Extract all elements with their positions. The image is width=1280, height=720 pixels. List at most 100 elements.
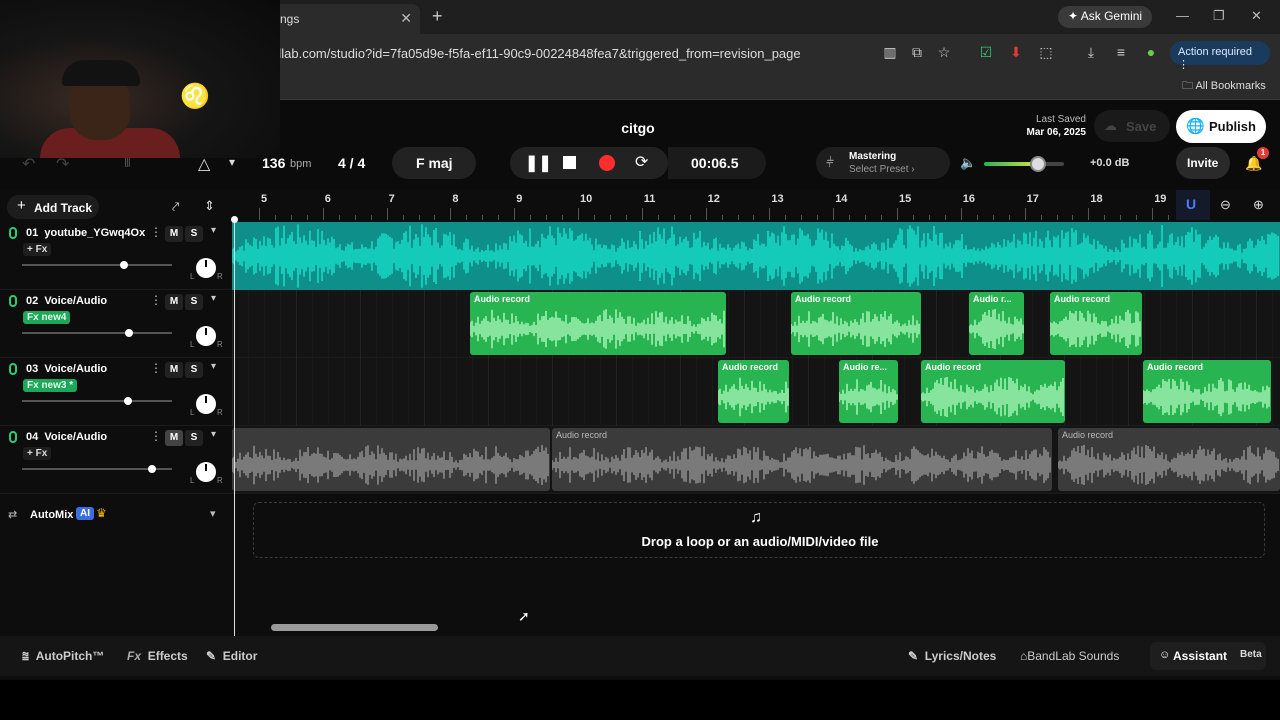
mute-button[interactable]: M — [165, 294, 183, 310]
horizontal-scrollbar[interactable] — [271, 624, 438, 631]
downloads-icon[interactable]: ⤓ — [1082, 43, 1100, 61]
mic-icon[interactable] — [9, 431, 17, 443]
track-expand-chevron-icon[interactable]: ▾ — [211, 293, 216, 304]
timeline-ruler[interactable]: 5 6 7 8 9 10 11 12 13 14 15 16 17 18 19 — [232, 190, 1280, 222]
track-expand-chevron-icon[interactable]: ▾ — [211, 361, 216, 372]
minimize-icon[interactable]: — — [1176, 8, 1189, 23]
restore-icon[interactable]: ❐ — [1213, 8, 1225, 24]
solo-button[interactable]: S — [185, 430, 203, 446]
stop-icon[interactable] — [563, 156, 576, 169]
track-volume-slider[interactable] — [22, 465, 172, 473]
pan-knob[interactable] — [196, 394, 216, 414]
extensions-icon[interactable]: ⬚ — [1037, 43, 1055, 61]
track-menu-icon[interactable]: ⋮ — [150, 361, 162, 375]
track-volume-slider[interactable] — [22, 261, 172, 269]
audio-clip[interactable]: Audio record — [552, 428, 1052, 491]
editor-button[interactable]: ✎ Editor — [206, 649, 257, 663]
effects-button[interactable]: Fx Effects — [127, 649, 188, 663]
zoom-out-icon[interactable]: ⊖ — [1220, 197, 1231, 213]
action-required-button[interactable]: Action required ⋮ — [1170, 41, 1270, 71]
media-icon[interactable]: ≡ — [1112, 43, 1130, 61]
fx-badge[interactable]: Fx new3 * — [23, 379, 78, 392]
mute-button[interactable]: M — [165, 226, 183, 242]
mic-icon[interactable] — [9, 363, 17, 375]
playhead[interactable] — [234, 218, 235, 636]
audio-clip[interactable] — [232, 428, 550, 491]
pause-icon[interactable]: ❚❚ — [525, 153, 552, 173]
extension-check-icon[interactable]: ☑ — [977, 43, 995, 61]
track-menu-icon[interactable]: ⋮ — [150, 429, 162, 443]
browser-tab[interactable]: ngs ✕ — [270, 4, 420, 34]
audio-clip[interactable]: Audio record — [718, 360, 789, 423]
publish-button[interactable]: 🌐 Publish — [1176, 110, 1266, 143]
fx-badge[interactable]: Fx new4 — [23, 311, 71, 324]
track-volume-slider[interactable] — [22, 329, 172, 337]
audio-clip[interactable]: Audio record — [470, 292, 726, 355]
assistant-button[interactable]: ☺ Assistant Beta — [1150, 642, 1266, 670]
track-header-1[interactable]: 01 youtube_YGwq4Ox... ⋮ M S ▾ + Fx L R — [0, 222, 232, 290]
lyrics-notes-button[interactable]: ✎ Lyrics/Notes — [908, 649, 996, 663]
track-menu-icon[interactable]: ⋮ — [150, 293, 162, 307]
bookmark-star-icon[interactable]: ☆ — [935, 43, 953, 61]
ask-gemini-button[interactable]: ✦ Ask Gemini — [1058, 6, 1153, 28]
pan-knob[interactable] — [196, 258, 216, 278]
track-header-3[interactable]: 03 Voice/Audio ⋮ M S ▾ Fx new3 * L R — [0, 358, 232, 426]
snap-button[interactable]: U — [1176, 190, 1210, 220]
key-selector[interactable]: F maj — [392, 147, 476, 179]
extension-download-icon[interactable]: ⬇ — [1007, 43, 1025, 61]
loop-icon[interactable]: ⟳ — [635, 152, 648, 172]
pan-knob[interactable] — [196, 326, 216, 346]
bandlab-sounds-button[interactable]: ⌂BandLab Sounds — [1020, 649, 1119, 663]
add-track-button[interactable]: + Add Track — [7, 195, 99, 219]
track-menu-icon[interactable]: ⋮ — [150, 225, 162, 239]
track-name[interactable]: 02 Voice/Audio — [26, 295, 146, 307]
track-lane-3[interactable]: Audio record Audio re... Audio record Audio… — [232, 358, 1280, 426]
solo-button[interactable]: S — [185, 226, 203, 242]
track-volume-thumb[interactable] — [148, 465, 156, 473]
track-header-4[interactable]: 04 Voice/Audio ⋮ M S ▾ + Fx L R — [0, 426, 232, 494]
master-volume-slider[interactable] — [984, 156, 1064, 172]
automation-icon[interactable]: ⤤ — [172, 199, 179, 215]
track-name[interactable]: 04 Voice/Audio — [26, 431, 146, 443]
track-header-2[interactable]: 02 Voice/Audio ⋮ M S ▾ Fx new4 L R — [0, 290, 232, 358]
mute-button[interactable]: M — [165, 430, 183, 446]
automix-row[interactable]: ⇄ AutoMix AI ♛ ▾ — [0, 500, 232, 530]
audio-clip[interactable]: Audio re... — [839, 360, 898, 423]
audio-clip[interactable]: Audio record — [791, 292, 921, 355]
track-volume-thumb[interactable] — [125, 329, 133, 337]
new-tab-icon[interactable]: + — [432, 6, 443, 27]
audio-clip[interactable]: Audio record — [1050, 292, 1142, 355]
url-field[interactable]: dlab.com/studio?id=7fa05d9e-f5fa-ef11-90… — [274, 42, 964, 66]
mic-icon[interactable] — [9, 295, 17, 307]
fx-badge[interactable]: + Fx — [23, 243, 52, 256]
audio-clip[interactable]: Audio r... — [969, 292, 1024, 355]
mic-icon[interactable] — [9, 227, 17, 239]
audio-clip[interactable]: Audio record — [921, 360, 1065, 423]
automix-chevron-icon[interactable]: ▾ — [210, 507, 216, 520]
playhead-handle[interactable] — [231, 216, 238, 223]
all-bookmarks-link[interactable]: 🗀 All Bookmarks — [1182, 77, 1266, 96]
profile-avatar-icon[interactable]: ● — [1142, 43, 1160, 61]
track-volume-slider[interactable] — [22, 397, 172, 405]
track-expand-chevron-icon[interactable]: ▾ — [211, 429, 216, 440]
invite-button[interactable]: Invite — [1176, 147, 1230, 179]
track-name[interactable]: 01 youtube_YGwq4Ox... — [26, 227, 146, 239]
track-lane-1[interactable] — [232, 222, 1280, 290]
mastering-button[interactable]: ⫩ Mastering Select Preset › — [816, 147, 950, 179]
track-expand-chevron-icon[interactable]: ▾ — [211, 225, 216, 236]
track-volume-thumb[interactable] — [120, 261, 128, 269]
fx-badge[interactable]: + Fx — [23, 447, 52, 460]
zoom-in-icon[interactable]: ⊕ — [1253, 197, 1264, 213]
solo-button[interactable]: S — [185, 294, 203, 310]
master-volume-icon[interactable]: 🔈 — [960, 155, 976, 171]
autopitch-button[interactable]: ⩰ AutoPitch™ — [22, 649, 104, 664]
track-volume-thumb[interactable] — [124, 397, 132, 405]
mute-button[interactable]: M — [165, 362, 183, 378]
cast-icon[interactable]: ⧉ — [908, 43, 926, 61]
audio-clip[interactable]: Audio record — [1143, 360, 1271, 423]
reader-icon[interactable]: ▥ — [881, 43, 899, 61]
project-title[interactable]: citgo — [600, 120, 676, 136]
record-icon[interactable] — [599, 155, 615, 171]
time-signature[interactable]: 4 / 4 — [338, 155, 365, 171]
collapse-icon[interactable]: ⇕ — [204, 198, 215, 214]
